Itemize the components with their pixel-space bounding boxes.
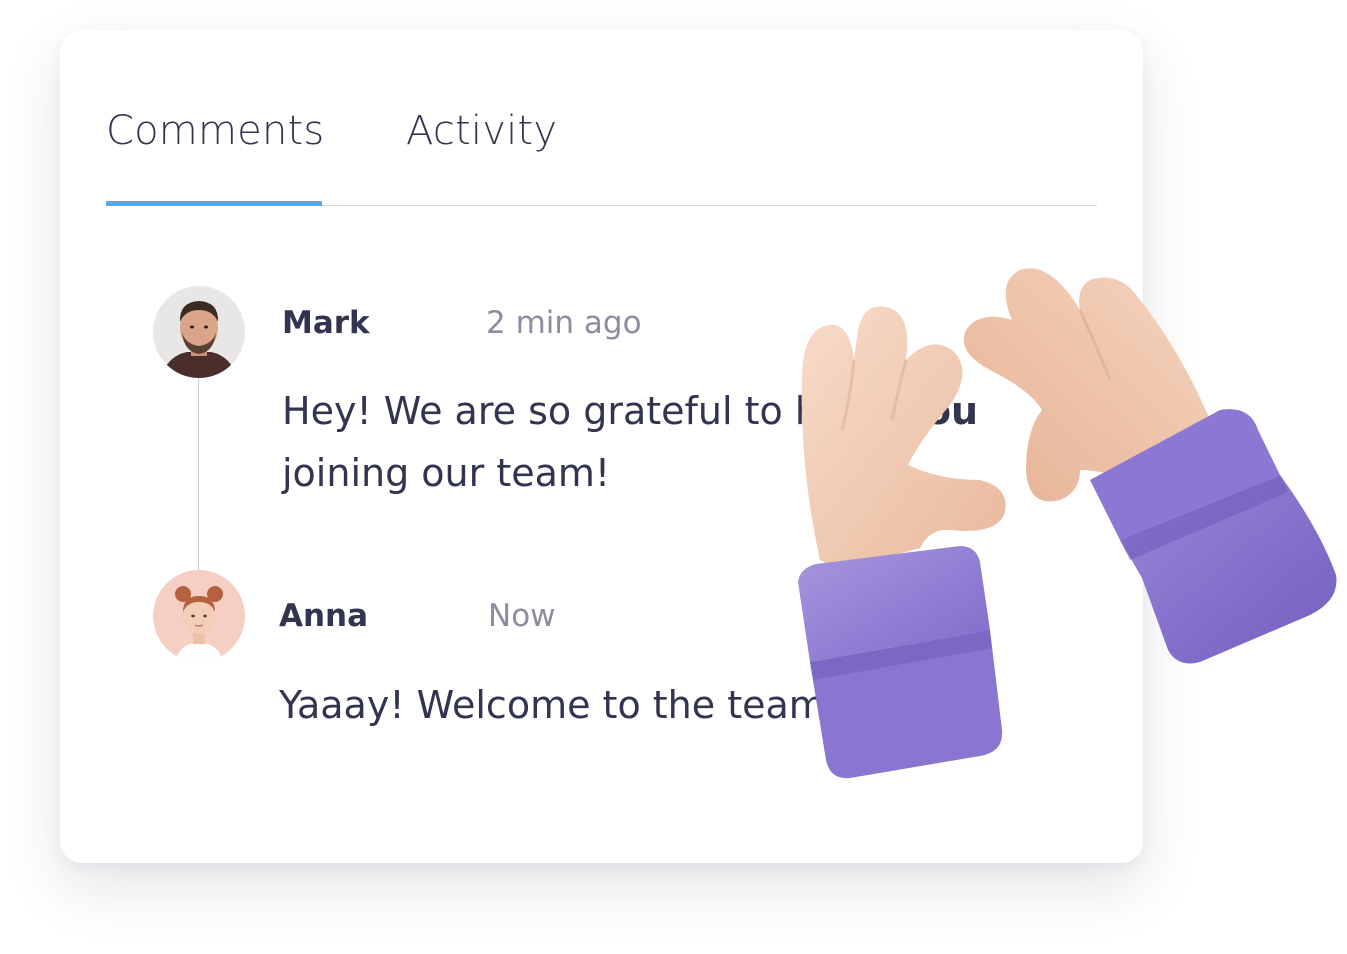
active-tab-indicator (106, 201, 322, 206)
comment-author: Mark (282, 305, 370, 341)
avatar[interactable] (153, 286, 245, 378)
thread-connector (198, 375, 199, 603)
mark-avatar-image (153, 286, 245, 378)
comment-text: Yaaay! Welcome to the team (279, 683, 826, 727)
tab-comments[interactable]: Comments (106, 108, 324, 154)
comment-timestamp: Now (488, 598, 556, 634)
tab-bar: Comments Activity (106, 108, 1096, 208)
comment-author: Anna (279, 598, 369, 634)
tab-activity[interactable]: Activity (406, 108, 557, 154)
avatar[interactable] (153, 570, 245, 662)
comment-timestamp: 2 min ago (486, 305, 642, 341)
heart-hands-icon (780, 230, 1347, 790)
comment-text-line2: joining our team! (282, 451, 611, 495)
anna-avatar-image (153, 570, 245, 662)
stage: Comments Activity Mark 2 min ago Hey! We… (0, 0, 1347, 954)
